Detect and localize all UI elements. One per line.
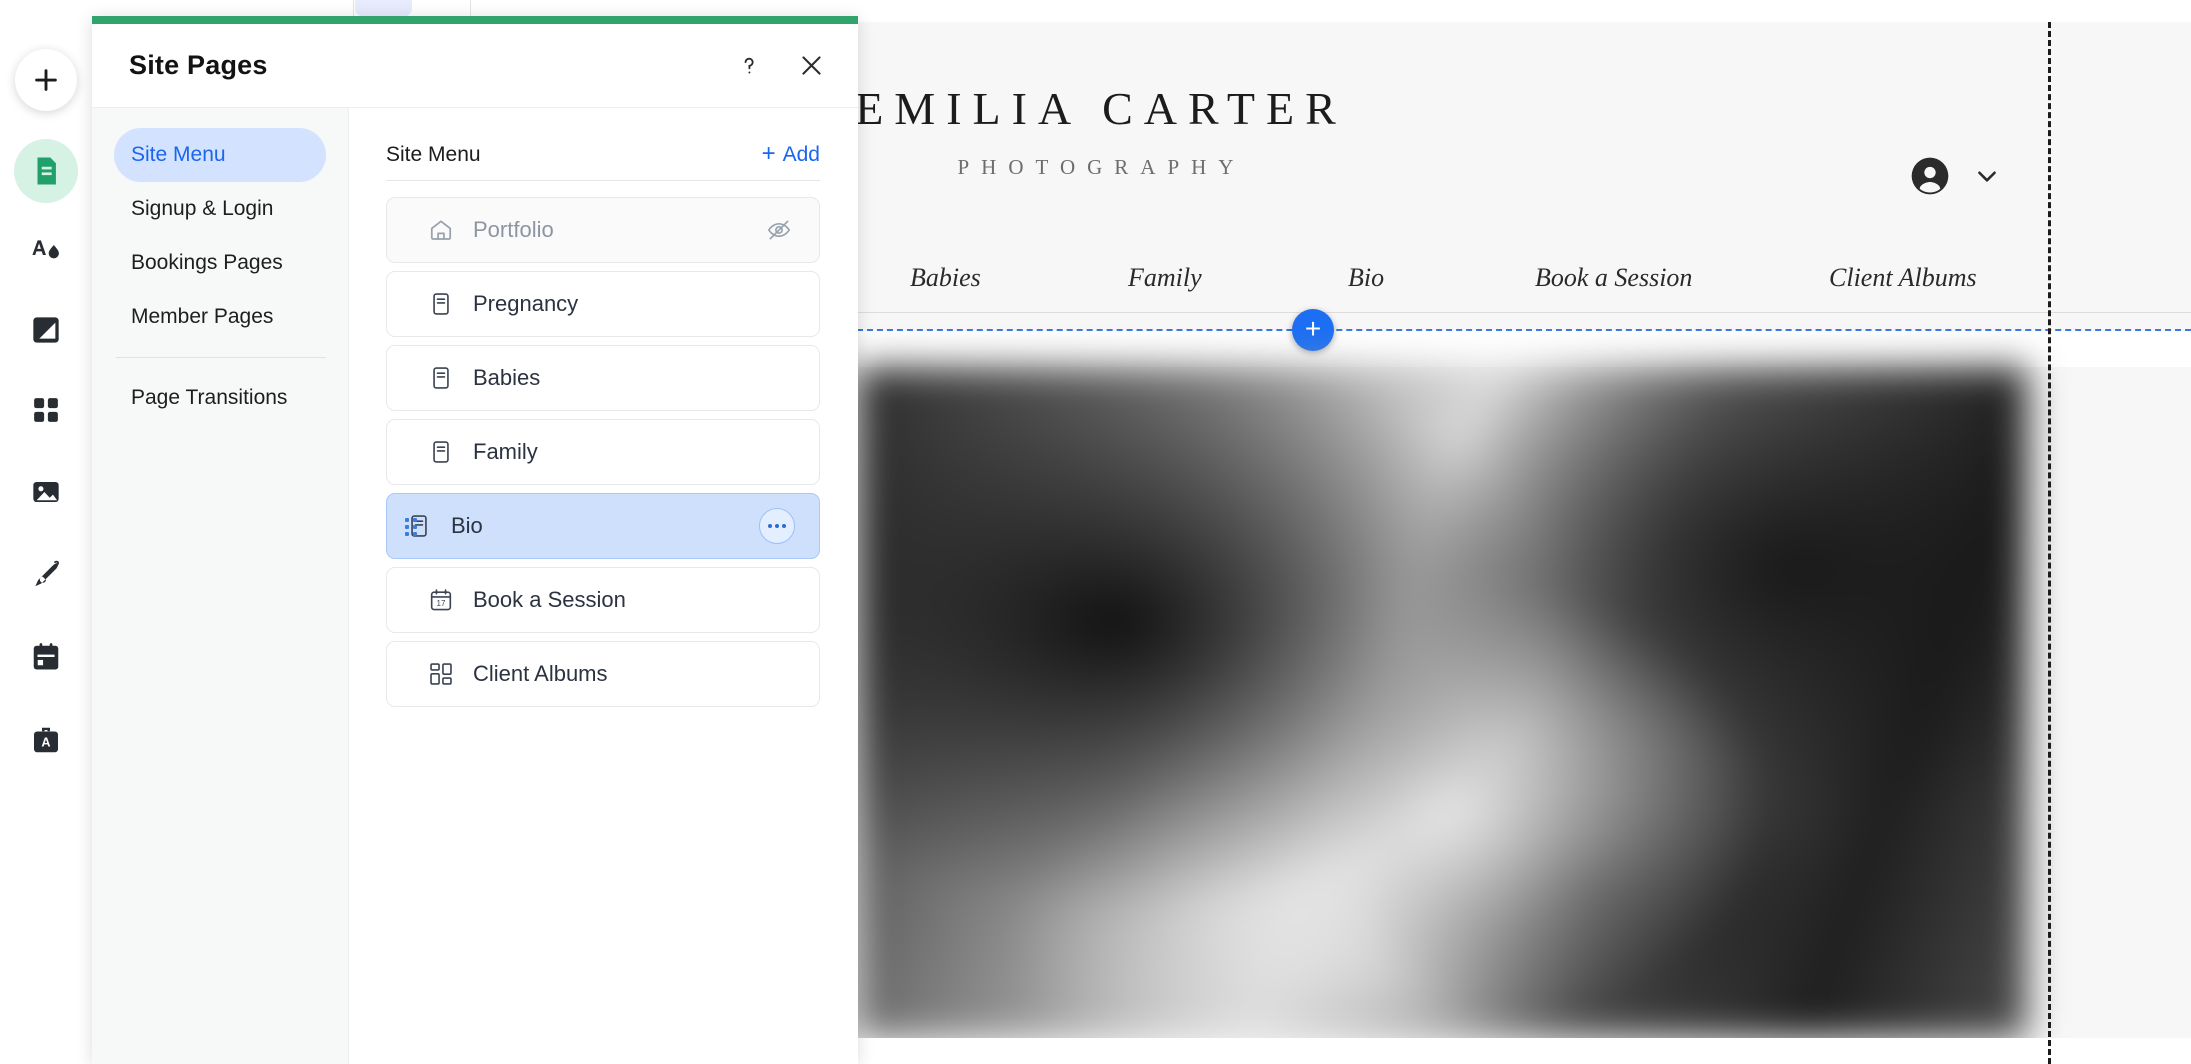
image-icon	[30, 476, 62, 508]
close-button[interactable]	[794, 49, 828, 83]
apps-button[interactable]	[16, 380, 76, 440]
toolbar-active-pill[interactable]	[355, 0, 412, 16]
hero-image[interactable]	[857, 367, 2027, 1038]
add-element-button[interactable]	[15, 49, 77, 111]
more-options-icon[interactable]	[759, 508, 795, 544]
canvas-right-boundary-guide	[2048, 22, 2051, 1064]
close-x-icon	[798, 52, 825, 79]
list-item-label: Babies	[473, 365, 541, 390]
background-square-icon	[30, 314, 62, 346]
sidebar-item-site-menu[interactable]: Site Menu	[114, 128, 326, 182]
list-item-selected[interactable]: Bio	[386, 493, 820, 559]
sidebar-divider	[116, 357, 326, 358]
calendar-17-icon: 17	[427, 586, 455, 614]
list-item[interactable]: Babies	[386, 345, 820, 411]
list-item[interactable]: Family	[386, 419, 820, 485]
panel-accent-bar	[92, 16, 858, 24]
svg-text:17: 17	[437, 599, 446, 608]
list-item-label: Bio	[451, 513, 483, 538]
site-design-button[interactable]	[16, 220, 76, 280]
panel-main: Site Menu + Add Portfolio Pregnancy Babi…	[349, 108, 858, 1064]
list-item[interactable]: Portfolio	[386, 197, 820, 263]
list-item[interactable]: Pregnancy	[386, 271, 820, 337]
page-icon	[427, 438, 455, 466]
panel-header-actions	[732, 49, 828, 83]
site-account-menu[interactable]	[1908, 154, 2000, 198]
editor-root: EMILIA CARTER PHOTOGRAPHY Babies Family	[0, 0, 2191, 1064]
add-page-button[interactable]: + Add	[761, 140, 820, 167]
site-nav-item-family[interactable]: Family	[1128, 263, 1202, 293]
business-tools-button[interactable]: A	[16, 710, 76, 770]
sidebar-item-label: Signup & Login	[131, 197, 274, 220]
add-section-plus-label: +	[1304, 312, 1322, 344]
site-pages-button[interactable]	[16, 141, 76, 201]
sidebar-item-page-transitions[interactable]: Page Transitions	[114, 371, 326, 425]
account-circle-icon[interactable]	[1908, 154, 1952, 198]
page-icon	[427, 364, 455, 392]
albums-grid-icon	[427, 660, 455, 688]
list-item[interactable]: 17 Book a Session	[386, 567, 820, 633]
add-page-label: Add	[782, 143, 820, 166]
svg-text:A: A	[41, 736, 50, 750]
media-button[interactable]	[16, 462, 76, 522]
add-section-button[interactable]: +	[1292, 309, 1334, 351]
briefcase-a-icon: A	[30, 724, 62, 756]
blog-button[interactable]	[16, 545, 76, 605]
calendar-icon	[30, 641, 62, 673]
list-item-label: Portfolio	[473, 217, 554, 242]
question-mark-icon	[736, 53, 762, 79]
site-nav-item-book-a-session[interactable]: Book a Session	[1535, 263, 1692, 293]
help-button[interactable]	[732, 49, 766, 83]
site-nav-item-client-albums[interactable]: Client Albums	[1829, 263, 1977, 293]
theme-letter-droplet-icon	[29, 233, 63, 267]
bookings-button[interactable]	[16, 627, 76, 687]
site-nav-item-babies[interactable]: Babies	[910, 263, 981, 293]
sidebar-item-label: Site Menu	[131, 143, 226, 166]
sidebar-item-label: Page Transitions	[131, 386, 288, 409]
hero-bottom-spacer	[857, 1038, 2191, 1064]
editor-left-rail: A	[0, 0, 92, 1064]
section-heading: Site Menu	[386, 143, 481, 166]
section-separator-dashed	[857, 329, 2191, 331]
page-title: Site Pages	[129, 50, 268, 80]
panel-body: Site Menu Signup & Login Bookings Pages …	[92, 108, 858, 1064]
plus-icon	[31, 65, 61, 95]
sidebar-item-label: Bookings Pages	[131, 251, 283, 274]
panel-header: Site Pages	[92, 24, 858, 108]
sidebar-item-member-pages[interactable]: Member Pages	[114, 290, 326, 344]
list-item[interactable]: Client Albums	[386, 641, 820, 707]
panel-sidebar: Site Menu Signup & Login Bookings Pages …	[92, 108, 349, 1064]
panel-main-rule	[386, 180, 820, 181]
hero-top-spacer	[857, 331, 2191, 367]
chevron-down-icon[interactable]	[1974, 163, 2000, 189]
eye-hidden-icon[interactable]	[763, 214, 795, 246]
panel-main-header: Site Menu + Add	[386, 108, 820, 180]
sidebar-item-signup-login[interactable]: Signup & Login	[114, 182, 326, 236]
sidebar-item-label: Member Pages	[131, 305, 274, 328]
page-icon	[427, 290, 455, 318]
list-item-label: Family	[473, 439, 538, 464]
sidebar-item-bookings-pages[interactable]: Bookings Pages	[114, 236, 326, 290]
list-item-label: Client Albums	[473, 661, 608, 686]
pen-nib-icon	[30, 559, 62, 591]
background-button[interactable]	[16, 300, 76, 360]
home-icon	[427, 216, 455, 244]
apps-grid-icon	[31, 395, 61, 425]
list-item-label: Pregnancy	[473, 291, 579, 316]
pages-document-icon	[29, 154, 63, 188]
site-pages-panel: Site Pages Site Menu Signup & Login Book…	[92, 16, 858, 1064]
list-item-label: Book a Session	[473, 587, 626, 612]
list-item-trailing	[759, 508, 795, 544]
list-item-trailing	[763, 214, 795, 246]
drag-handle[interactable]	[405, 516, 419, 536]
site-nav-item-bio[interactable]: Bio	[1348, 263, 1384, 293]
plus-icon: +	[761, 140, 776, 167]
